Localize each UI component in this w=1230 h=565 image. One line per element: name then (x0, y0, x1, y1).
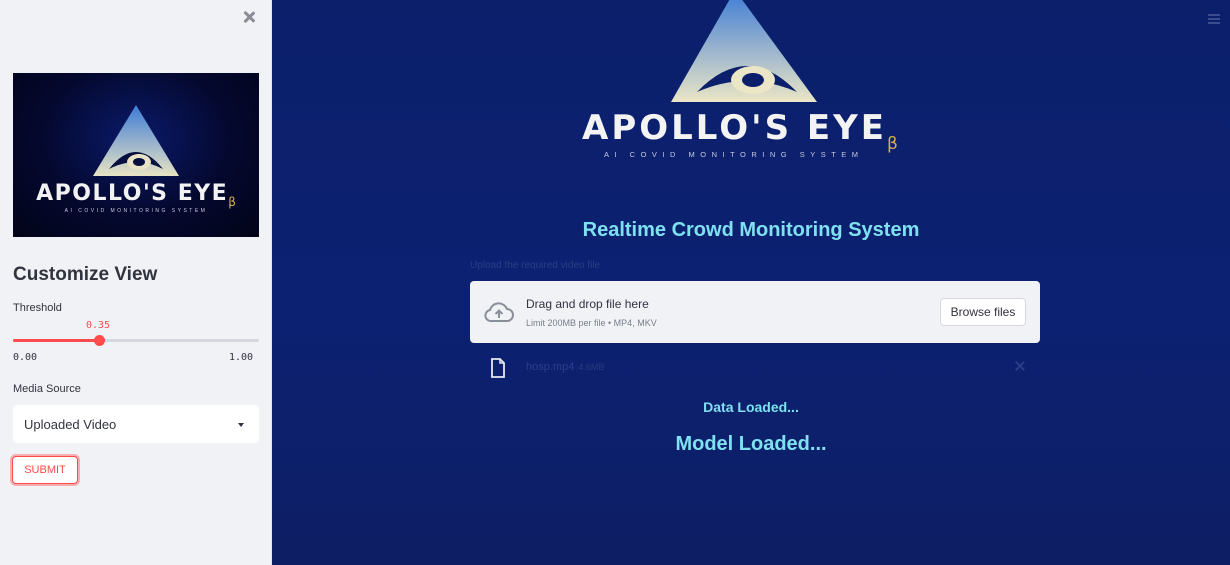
browse-files-button[interactable]: Browse files (940, 298, 1026, 326)
threshold-slider-fill (13, 339, 99, 342)
uploaded-file-row: hosp.mp4 4.6MB (470, 352, 1040, 382)
uploaded-file-name: hosp.mp4 4.6MB (526, 361, 605, 373)
submit-button[interactable]: SUBMIT (12, 456, 78, 484)
uploaded-file-size: 4.6MB (578, 362, 605, 372)
sidebar-logo-image: APOLLO'S EYEβ AI COVID MONITORING SYSTEM (13, 73, 259, 237)
media-source-selected: Uploaded Video (24, 417, 117, 432)
threshold-value: 0.35 (86, 320, 111, 331)
file-icon (491, 358, 505, 378)
remove-icon[interactable] (1014, 360, 1026, 372)
drop-title: Drag and drop file here (526, 297, 649, 311)
file-dropzone[interactable]: Drag and drop file here Limit 200MB per … (470, 281, 1040, 343)
data-loaded-status: Data Loaded... (703, 399, 799, 415)
customize-view-title: Customize View (13, 264, 158, 285)
sidebar-logo-tagline: AI COVID MONITORING SYSTEM (64, 208, 208, 214)
cloud-upload-icon (484, 302, 514, 323)
menu-icon[interactable] (1208, 14, 1220, 26)
media-source-select[interactable]: Uploaded Video (13, 405, 259, 443)
upload-label: Upload the required video file (470, 260, 601, 271)
threshold-label: Threshold (13, 302, 62, 314)
main-logo-brand: APOLLO'S EYEβ (582, 108, 898, 154)
main-logo-tagline: AI COVID MONITORING SYSTEM (604, 150, 864, 159)
close-icon[interactable] (241, 9, 257, 25)
model-loaded-status: Model Loaded... (675, 433, 827, 455)
media-source-label: Media Source (13, 383, 81, 395)
drop-limit: Limit 200MB per file • MP4, MKV (526, 318, 657, 328)
main-content: APOLLO'S EYEβ AI COVID MONITORING SYSTEM… (272, 0, 1230, 565)
chevron-down-icon (238, 423, 244, 427)
sidebar-logo-brand: APOLLO'S EYEβ (36, 181, 236, 209)
threshold-min: 0.00 (13, 352, 38, 363)
eye-logo-icon (671, 0, 817, 102)
sidebar: APOLLO'S EYEβ AI COVID MONITORING SYSTEM… (0, 0, 272, 565)
threshold-slider-thumb[interactable] (94, 335, 105, 346)
threshold-slider[interactable] (13, 335, 259, 346)
threshold-max: 1.00 (229, 352, 254, 363)
page-title: Realtime Crowd Monitoring System (582, 219, 920, 241)
